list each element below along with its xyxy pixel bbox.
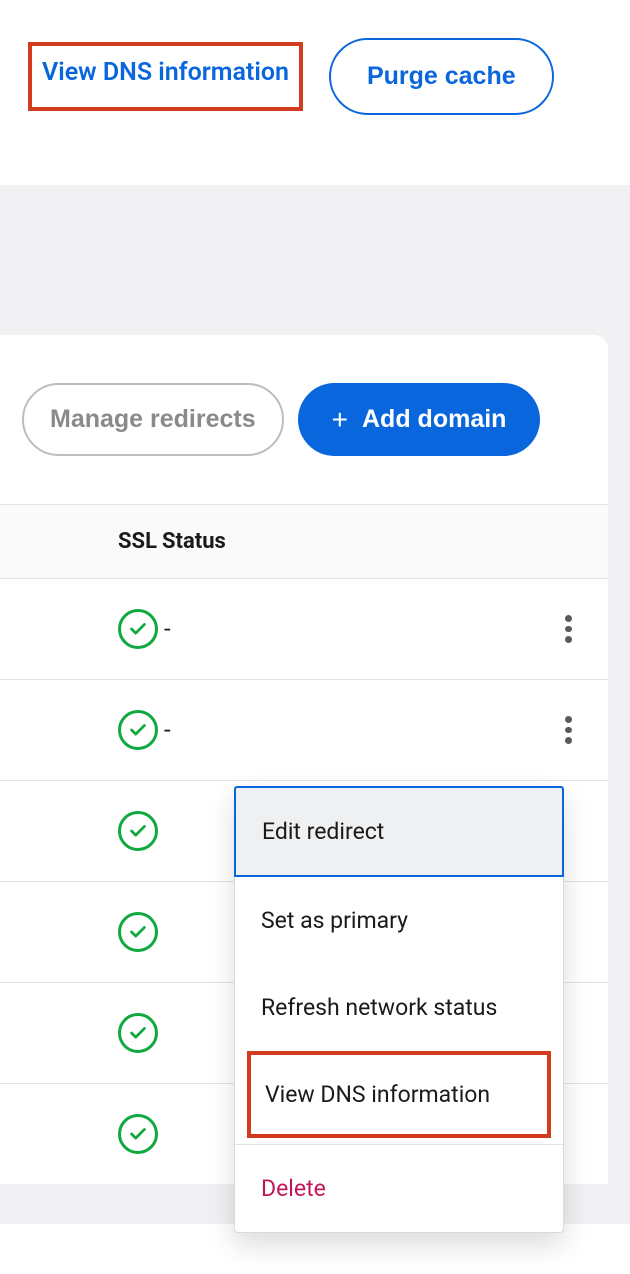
card-action-bar: Manage redirects + Add domain: [0, 383, 608, 504]
checkmark-icon: [118, 710, 158, 750]
ssl-cell: [0, 811, 170, 851]
checkmark-icon: [118, 912, 158, 952]
header-status: Status: [162, 529, 608, 554]
row-actions-dropdown: Edit redirect Set as primary Refresh net…: [234, 786, 564, 1233]
purge-cache-button[interactable]: Purge cache: [329, 38, 554, 115]
status-cell: -: [164, 716, 528, 744]
checkmark-icon: [118, 811, 158, 851]
ssl-cell: [0, 609, 170, 649]
menu-item-refresh-network[interactable]: Refresh network status: [235, 964, 563, 1051]
add-domain-button[interactable]: + Add domain: [298, 383, 541, 456]
row-actions-menu-button[interactable]: [554, 615, 582, 643]
ssl-cell: [0, 912, 170, 952]
ssl-cell: [0, 1013, 170, 1053]
table-row: -: [0, 680, 608, 781]
ssl-cell: [0, 710, 170, 750]
checkmark-icon: [118, 609, 158, 649]
ssl-cell: [0, 1114, 170, 1154]
menu-item-view-dns[interactable]: View DNS information: [247, 1051, 551, 1138]
manage-redirects-button[interactable]: Manage redirects: [22, 383, 284, 456]
menu-item-delete[interactable]: Delete: [235, 1144, 563, 1232]
top-actions: View DNS information Purge cache: [0, 0, 630, 185]
table-row: -: [0, 579, 608, 680]
plus-icon: +: [332, 406, 348, 434]
row-actions-menu-button[interactable]: [554, 716, 582, 744]
checkmark-icon: [118, 1013, 158, 1053]
add-domain-label: Add domain: [362, 405, 506, 434]
header-ssl: SSL: [0, 529, 170, 554]
view-dns-link[interactable]: View DNS information: [42, 58, 289, 87]
table-header-row: SSL Status: [0, 504, 608, 579]
menu-item-set-primary[interactable]: Set as primary: [235, 877, 563, 964]
view-dns-highlight: View DNS information: [28, 42, 303, 111]
status-cell: -: [164, 615, 528, 643]
menu-item-edit-redirect[interactable]: Edit redirect: [234, 786, 564, 877]
checkmark-icon: [118, 1114, 158, 1154]
